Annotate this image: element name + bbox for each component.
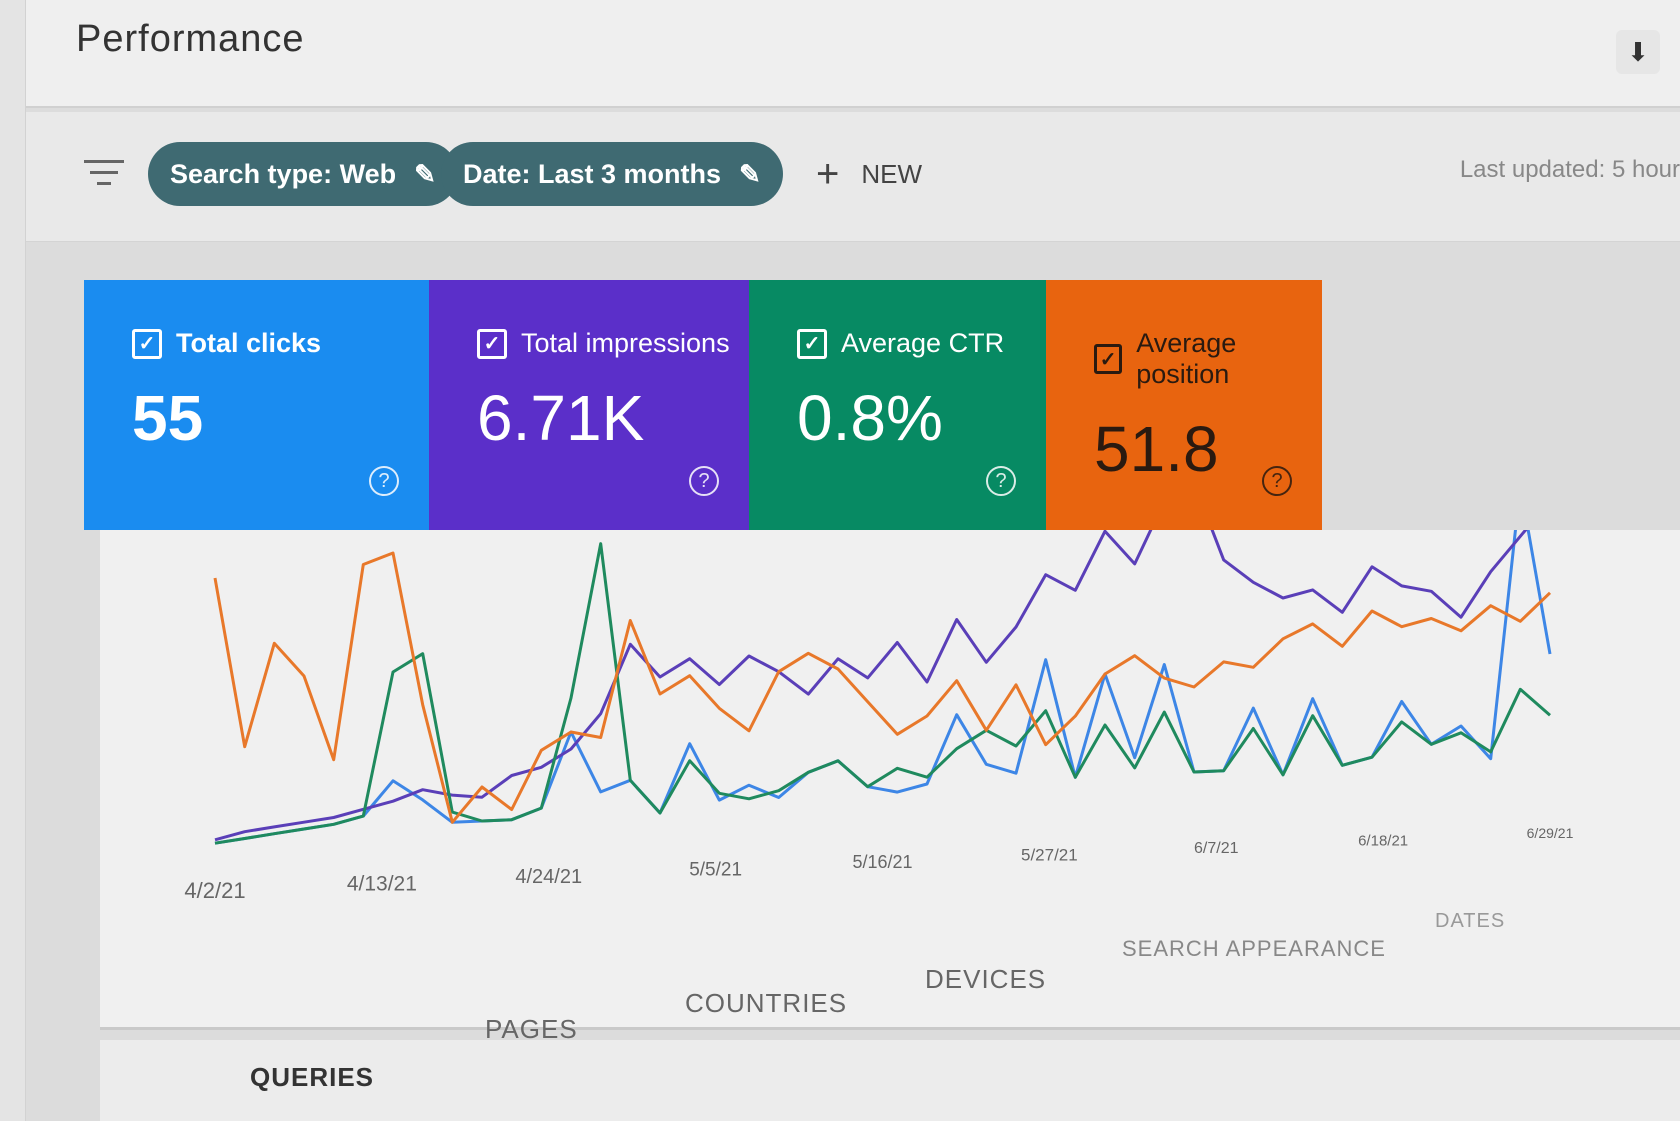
tab-devices[interactable]: DEVICES (925, 964, 1046, 995)
help-icon[interactable]: ? (369, 466, 399, 496)
checkbox-icon[interactable]: ✓ (797, 328, 827, 359)
new-filter-button[interactable]: + NEW (816, 152, 922, 197)
page-header: Performance ⬇ (26, 0, 1680, 108)
series-line-total-clicks (214, 483, 1552, 845)
card-total-clicks[interactable]: ✓ Total clicks 55 ? (84, 280, 429, 530)
card-label: Average CTR (841, 328, 1005, 358)
plus-icon: + (816, 152, 840, 196)
performance-chart: 4/2/21 4/13/21 4/24/21 5/5/21 5/16/21 5/27/21… (100, 481, 1680, 1030)
new-label: NEW (861, 159, 923, 189)
help-icon[interactable]: ? (689, 466, 719, 496)
x-tick-label: 4/24/21 (515, 866, 582, 888)
card-total-impressions[interactable]: ✓ Total impressions 6.71K ? (429, 280, 749, 530)
series-line-total-impressions (214, 481, 1552, 842)
card-label: Total clicks (176, 328, 322, 358)
x-tick-label: 5/27/21 (1021, 846, 1078, 865)
left-rail (0, 0, 26, 1121)
tab-search-appearance[interactable]: SEARCH APPEARANCE (1122, 936, 1386, 962)
x-tick-label: 6/18/21 (1358, 833, 1408, 850)
card-value: 6.71K (477, 382, 645, 454)
pencil-icon: ✎ (414, 158, 436, 189)
x-tick-label: 5/16/21 (852, 852, 912, 872)
x-tick-label: 5/5/21 (689, 860, 742, 881)
tab-countries[interactable]: COUNTRIES (685, 988, 847, 1019)
filter-bar: Search type: Web ✎ Date: Last 3 months ✎ +… (26, 112, 1680, 242)
chart-svg: 4/2/21 4/13/21 4/24/21 5/5/21 5/16/21 5/27/21… (184, 481, 1574, 903)
series-line-average-position (213, 551, 1552, 824)
x-tick-label: 4/13/21 (347, 873, 417, 896)
tab-dates[interactable]: DATES (1435, 910, 1505, 933)
card-label: Total impressions (521, 328, 730, 358)
chip-label: Date: Last 3 months (463, 158, 722, 189)
filter-icon[interactable] (84, 160, 124, 188)
dimension-tabs: QUERIES PAGES COUNTRIES DEVICES SEARCH A… (100, 910, 1680, 1121)
tab-queries[interactable]: QUERIES (250, 1062, 374, 1093)
x-tick-label: 6/7/21 (1194, 840, 1239, 857)
x-tick-label: 6/29/21 (1527, 825, 1574, 841)
checkbox-icon[interactable]: ✓ (477, 328, 507, 359)
page-title: Performance (76, 18, 305, 60)
last-updated: Last updated: 5 hour (1459, 156, 1680, 183)
card-average-position[interactable]: ✓ Average position 51.8 ? (1046, 280, 1322, 530)
metric-cards: ✓ Total clicks 55 ? ✓ Total impressions 6.… (84, 280, 1322, 530)
pencil-icon: ✎ (739, 158, 761, 189)
x-tick-label: 4/2/21 (184, 878, 245, 903)
chip-label: Search type: Web (170, 158, 397, 189)
download-icon[interactable]: ⬇ (1616, 30, 1660, 74)
card-label: Average position (1136, 328, 1237, 389)
checkbox-icon[interactable]: ✓ (1094, 344, 1123, 374)
help-icon[interactable]: ? (1262, 466, 1292, 496)
checkbox-icon[interactable]: ✓ (132, 328, 162, 359)
search-type-chip[interactable]: Search type: Web ✎ (148, 142, 458, 206)
card-value: 55 (132, 382, 204, 454)
tab-pages[interactable]: PAGES (485, 1014, 578, 1045)
date-range-chip[interactable]: Date: Last 3 months ✎ (441, 142, 783, 206)
card-value: 0.8% (797, 382, 943, 454)
series-line-average-ctr (214, 542, 1551, 845)
card-average-ctr[interactable]: ✓ Average CTR 0.8% ? (749, 280, 1046, 530)
help-icon[interactable]: ? (986, 466, 1016, 496)
